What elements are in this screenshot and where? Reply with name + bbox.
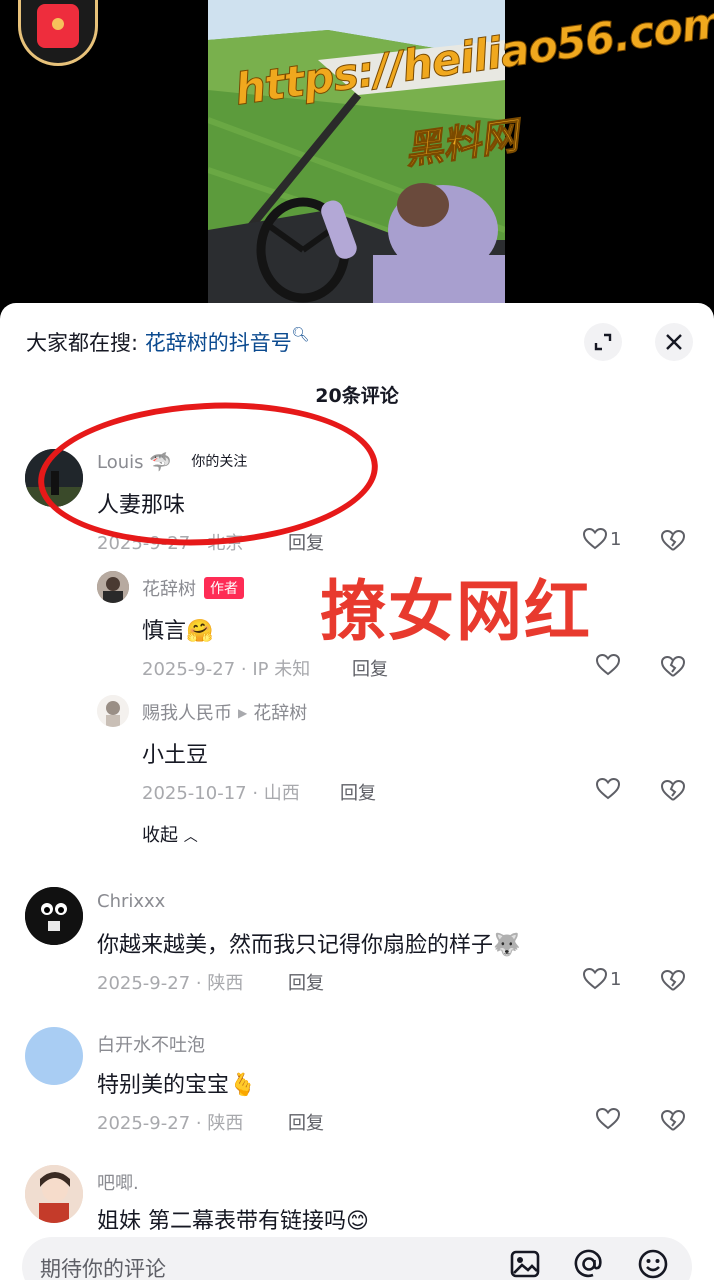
avatar[interactable]	[97, 695, 129, 727]
trending-search-prefix: 大家都在搜:	[26, 331, 139, 355]
chevron-up-icon: ︿	[183, 829, 198, 845]
comment-username[interactable]: 赐我人民币 ▶ 花辞树	[142, 699, 307, 725]
trending-search[interactable]: 大家都在搜: 花辞树的抖音号🔍︎	[26, 327, 310, 357]
hugging-emoji-icon: 🤗	[186, 619, 214, 644]
reply-button[interactable]: 回复	[288, 1109, 324, 1135]
dislike-button[interactable]	[660, 655, 686, 683]
video-area[interactable]: https://heiliao56.com 黑料网	[0, 0, 714, 310]
image-icon	[510, 1250, 540, 1278]
dislike-button[interactable]	[660, 779, 686, 807]
comment-meta: 2025-9-27 · IP 未知	[142, 659, 311, 680]
comment-text[interactable]: 人妻那味	[97, 487, 185, 519]
comment-username[interactable]: Louis 🦈 你的关注	[97, 451, 247, 473]
comment-item: Louis 🦈 你的关注 人妻那味 2025-9-27 · 北京 回复 1	[0, 443, 714, 555]
overlay-caption: 撩女网红	[320, 573, 592, 650]
comment-username[interactable]: Chrixxx	[97, 891, 165, 912]
comment-text[interactable]: 慎言🤗	[142, 613, 213, 645]
heart-icon	[582, 527, 608, 550]
reply-button[interactable]: 回复	[288, 969, 324, 995]
red-packet-button[interactable]	[18, 0, 98, 66]
smile-emoji-icon: 😊	[346, 1209, 369, 1234]
avatar[interactable]	[25, 887, 83, 945]
dislike-button[interactable]	[660, 529, 686, 557]
reply-arrow-icon: ▶	[238, 706, 248, 720]
like-count: 1	[610, 968, 622, 990]
at-icon	[574, 1249, 602, 1278]
heart-icon	[595, 653, 621, 676]
comment-meta: 2025-9-27 · 北京	[97, 533, 244, 554]
dislike-button[interactable]	[660, 969, 686, 997]
reply-to-username[interactable]: 花辞树	[253, 703, 307, 724]
broken-heart-icon	[660, 655, 686, 677]
avatar[interactable]	[25, 1165, 83, 1223]
comment-count-title: 20条评论	[315, 385, 399, 407]
comment-text-content: 你越来越美，然而我只记得你扇脸的样子	[97, 933, 494, 958]
broken-heart-icon	[660, 969, 686, 991]
broken-heart-icon	[660, 529, 686, 551]
like-button[interactable]	[595, 653, 623, 677]
shark-emoji-icon: 🦈	[149, 452, 172, 473]
emoji-button[interactable]	[636, 1247, 670, 1280]
comment-meta: 2025-9-27 · 陕西	[97, 973, 244, 994]
reply-button[interactable]: 回复	[340, 779, 376, 805]
comment-input-placeholder: 期待你的评论	[40, 1257, 166, 1280]
reply-button[interactable]: 回复	[288, 529, 324, 555]
collapse-replies-button[interactable]: 收起 ︿	[142, 821, 198, 847]
comment-text-content: 慎言	[142, 619, 187, 644]
comment-text[interactable]: 你越来越美，然而我只记得你扇脸的样子🐺	[97, 927, 520, 959]
close-icon	[666, 334, 682, 350]
comment-item: 白开水不吐泡 特别美的宝宝🫰 2025-9-27 · 陕西 回复	[0, 1025, 714, 1137]
dislike-button[interactable]	[660, 1109, 686, 1137]
comment-text[interactable]: 特别美的宝宝🫰	[97, 1067, 256, 1099]
close-button[interactable]	[655, 323, 693, 361]
comment-meta: 2025-9-27 · 陕西	[97, 1113, 244, 1134]
avatar[interactable]	[25, 1027, 83, 1085]
comment-item: 吧唧. 姐妹 第二幕表带有链接吗😊	[0, 1163, 714, 1235]
comment-text-content: 特别美的宝宝	[97, 1073, 230, 1098]
comment-meta: 2025-10-17 · 山西	[142, 783, 300, 804]
husky-emoji-icon: 🐺	[493, 933, 521, 958]
username-text: 赐我人民币	[142, 703, 232, 724]
comment-text[interactable]: 小土豆	[142, 737, 208, 769]
broken-heart-icon	[660, 1109, 686, 1131]
like-button[interactable]: 1	[582, 967, 621, 991]
avatar[interactable]	[25, 449, 83, 507]
mention-button[interactable]	[572, 1247, 606, 1280]
heart-icon	[582, 967, 608, 990]
comment-username[interactable]: 白开水不吐泡	[97, 1031, 205, 1057]
smiley-icon	[638, 1249, 668, 1279]
heart-icon	[595, 1107, 621, 1130]
trending-search-keyword[interactable]: 花辞树的抖音号	[145, 331, 292, 355]
comment-panel: 大家都在搜: 花辞树的抖音号🔍︎ 20条评论 Louis 🦈 你的关注 人妻那味…	[0, 303, 714, 1280]
comment-username[interactable]: 花辞树 作者	[142, 575, 244, 601]
like-button[interactable]	[595, 1107, 623, 1131]
author-badge: 作者	[204, 577, 244, 599]
comment-text[interactable]: 姐妹 第二幕表带有链接吗😊	[97, 1203, 369, 1235]
red-packet-icon	[37, 3, 79, 48]
comment-input[interactable]: 期待你的评论	[22, 1237, 692, 1280]
expand-icon	[594, 333, 612, 351]
reply-button[interactable]: 回复	[352, 655, 388, 681]
comment-username[interactable]: 吧唧.	[97, 1169, 139, 1195]
username-text: 花辞树	[142, 579, 196, 600]
expand-button[interactable]	[584, 323, 622, 361]
broken-heart-icon	[660, 779, 686, 801]
reply-item: 赐我人民币 ▶ 花辞树 小土豆 2025-10-17 · 山西 回复	[0, 693, 714, 805]
follow-tag: 你的关注	[191, 454, 248, 470]
finger-heart-emoji-icon: 🫰	[229, 1073, 257, 1098]
comment-text-content: 姐妹 第二幕表带有链接吗	[97, 1209, 346, 1234]
comment-item: Chrixxx 你越来越美，然而我只记得你扇脸的样子🐺 2025-9-27 · …	[0, 885, 714, 997]
collapse-label: 收起	[142, 825, 178, 846]
avatar[interactable]	[97, 571, 129, 603]
image-button[interactable]	[508, 1247, 542, 1280]
like-count: 1	[610, 528, 622, 550]
like-button[interactable]: 1	[582, 527, 621, 551]
username-text: Louis	[97, 452, 144, 473]
search-icon: 🔍︎	[291, 327, 310, 343]
like-button[interactable]	[595, 777, 623, 801]
heart-icon	[595, 777, 621, 800]
